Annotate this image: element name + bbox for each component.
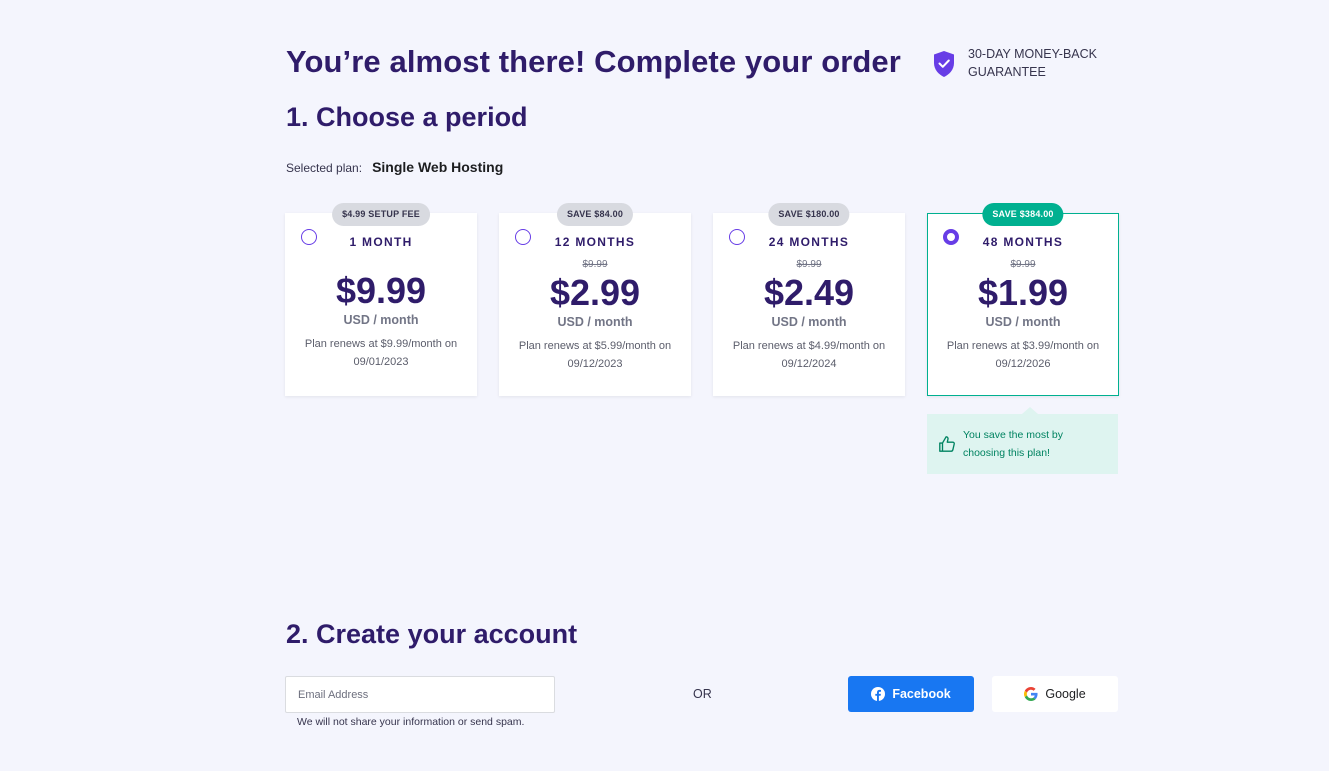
google-login-button[interactable]: Google xyxy=(992,676,1118,712)
plan-price: $9.99 xyxy=(335,270,427,311)
plan-price: $2.99 xyxy=(549,272,641,313)
plan-old-price: $9.99 xyxy=(796,259,822,270)
google-label: Google xyxy=(1045,687,1086,701)
plan-card-48-months[interactable]: SAVE $384.00 48 MONTHS $9.99 $1.99 USD /… xyxy=(927,203,1119,396)
or-divider-label: OR xyxy=(693,687,712,701)
plan-badge: SAVE $84.00 xyxy=(556,203,634,226)
facebook-icon xyxy=(871,687,886,701)
plan-badge: SAVE $384.00 xyxy=(982,203,1064,226)
facebook-login-button[interactable]: Facebook xyxy=(848,676,974,712)
save-most-callout: You save the most by choosing this plan! xyxy=(927,407,1118,474)
plan-card-24-months[interactable]: SAVE $180.00 24 MONTHS $9.99 $2.49 USD /… xyxy=(713,203,905,396)
selected-plan: Selected plan: Single Web Hosting xyxy=(286,159,503,175)
plan-card-1-month[interactable]: $4.99 SETUP FEE 1 MONTH $9.99 USD / mont… xyxy=(285,203,477,396)
money-back-guarantee: 30-DAY MONEY-BACK GUARANTEE xyxy=(932,45,1108,81)
plan-old-price: $9.99 xyxy=(582,259,608,270)
guarantee-text: 30-DAY MONEY-BACK GUARANTEE xyxy=(968,47,1097,79)
plan-card-12-months[interactable]: SAVE $84.00 12 MONTHS $9.99 $2.99 USD / … xyxy=(499,203,691,396)
plan-unit: USD / month xyxy=(343,313,419,327)
plan-renew-text: Plan renews at $3.99/month on 09/12/2026 xyxy=(946,340,1100,370)
plan-price: $2.49 xyxy=(763,272,855,313)
plan-radio[interactable] xyxy=(301,229,317,245)
selected-plan-label: Selected plan: xyxy=(286,161,363,175)
plan-radio-selected[interactable] xyxy=(943,229,959,245)
plan-unit: USD / month xyxy=(985,315,1061,329)
plan-old-price: $9.99 xyxy=(1010,259,1036,270)
thumbs-up-icon xyxy=(939,436,955,452)
plan-unit: USD / month xyxy=(557,315,633,329)
selected-plan-value: Single Web Hosting xyxy=(372,159,504,175)
facebook-label: Facebook xyxy=(892,687,951,701)
email-field-wrapper: We will not share your information or se… xyxy=(285,676,555,728)
plan-renew-text: Plan renews at $4.99/month on 09/12/2024 xyxy=(732,340,886,370)
google-icon xyxy=(1024,687,1038,701)
shield-check-icon xyxy=(934,51,954,77)
email-privacy-note: We will not share your information or se… xyxy=(297,716,525,728)
plan-radio[interactable] xyxy=(729,229,745,245)
plan-renew-text: Plan renews at $5.99/month on 09/12/2023 xyxy=(518,340,672,370)
plan-unit: USD / month xyxy=(771,315,847,329)
create-account-title: 2. Create your account xyxy=(286,619,578,649)
plan-radio[interactable] xyxy=(515,229,531,245)
choose-period-title: 1. Choose a period xyxy=(286,102,528,132)
plan-price: $1.99 xyxy=(977,272,1069,313)
plan-renew-text: Plan renews at $9.99/month on 09/01/2023 xyxy=(304,338,458,368)
page-title: You’re almost there! Complete your order xyxy=(286,44,901,79)
plan-badge: $4.99 SETUP FEE xyxy=(332,203,430,226)
email-input[interactable] xyxy=(285,676,555,713)
plan-badge: SAVE $180.00 xyxy=(768,203,850,226)
save-most-text: You save the most by choosing this plan! xyxy=(963,429,1064,459)
